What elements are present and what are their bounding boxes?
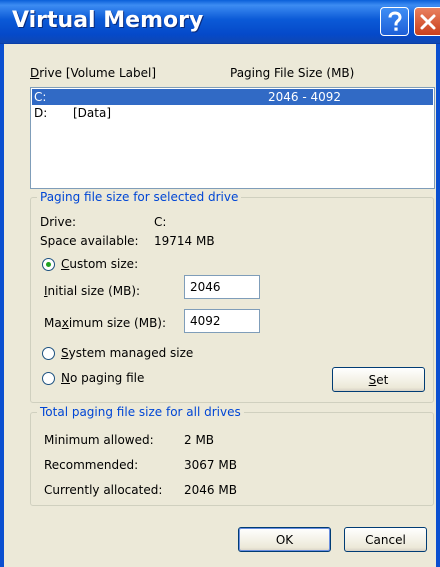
ok-button[interactable]: OK	[238, 527, 331, 552]
help-button[interactable]	[380, 7, 409, 36]
drive-label: Drive:	[40, 215, 77, 229]
column-header-size: Paging File Size (MB)	[230, 66, 355, 80]
system-managed-radio[interactable]	[42, 347, 55, 360]
close-icon	[420, 14, 435, 29]
virtual-memory-dialog: Virtual Memory Drive [Volume Label] Pagi…	[0, 0, 440, 567]
space-available-value: 19714 MB	[154, 234, 215, 248]
custom-size-label[interactable]: Custom size:	[61, 257, 138, 271]
drive-letter: C:	[34, 90, 47, 104]
help-icon	[388, 10, 402, 31]
drive-row-d[interactable]: D: [Data]	[32, 105, 433, 121]
currently-allocated-label: Currently allocated:	[44, 483, 163, 497]
system-managed-label[interactable]: System managed size	[61, 346, 193, 360]
minimum-allowed-value: 2 MB	[184, 433, 215, 447]
currently-allocated-value: 2046 MB	[184, 483, 237, 497]
radio-selected-dot	[46, 262, 51, 267]
drive-paging-size: 2046 - 4092	[268, 90, 342, 104]
initial-size-label: Initial size (MB):	[44, 284, 141, 298]
no-paging-file-label[interactable]: No paging file	[61, 371, 144, 385]
recommended-label: Recommended:	[44, 458, 139, 472]
window-title: Virtual Memory	[12, 8, 204, 33]
custom-size-radio[interactable]	[42, 258, 55, 271]
drive-value: C:	[154, 215, 167, 229]
drive-row-c[interactable]: C: 2046 - 4092	[32, 89, 433, 105]
no-paging-file-radio[interactable]	[42, 372, 55, 385]
maximum-size-input[interactable]: 4092	[184, 309, 260, 333]
recommended-value: 3067 MB	[184, 458, 237, 472]
space-available-label: Space available:	[40, 234, 139, 248]
minimum-allowed-label: Minimum allowed:	[44, 433, 154, 447]
close-button[interactable]	[414, 7, 440, 36]
group-title: Total paging file size for all drives	[37, 405, 244, 419]
maximum-size-label: Maximum size (MB):	[44, 316, 167, 330]
group-title: Paging file size for selected drive	[37, 190, 242, 204]
drive-list[interactable]: C: 2046 - 4092 D: [Data]	[30, 87, 435, 189]
title-bar[interactable]: Virtual Memory	[0, 0, 440, 44]
drive-volume-label: [Data]	[73, 106, 112, 120]
column-header-drive: Drive [Volume Label]	[30, 66, 156, 80]
cancel-button[interactable]: Cancel	[344, 527, 427, 552]
set-button[interactable]: Set	[332, 367, 425, 392]
initial-size-input[interactable]: 2046	[184, 275, 260, 299]
drive-letter: D:	[34, 106, 48, 120]
